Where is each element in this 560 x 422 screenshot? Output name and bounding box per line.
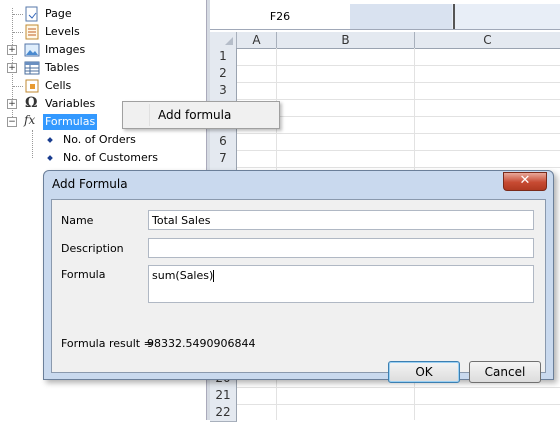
column-header[interactable]: C (415, 32, 560, 48)
tables-icon (24, 61, 40, 75)
row-header[interactable]: 7 (210, 150, 237, 168)
add-formula-dialog: Add Formula ✕ Name Total Sales Descripti… (43, 170, 554, 383)
row-header[interactable]: 6 (210, 133, 237, 151)
tree-item-label: Variables (45, 97, 96, 110)
formula-label: Formula (61, 268, 106, 281)
page-icon (25, 6, 38, 22)
tree-item-label: Levels (45, 25, 80, 38)
tree-item-label: No. of Customers (63, 151, 159, 164)
expand-icon[interactable]: + (7, 99, 17, 109)
formula-bar: F26 (210, 4, 560, 30)
omega-icon: Ω (25, 95, 38, 111)
formula-bar-area[interactable] (350, 4, 452, 29)
name-field[interactable]: Total Sales (148, 210, 534, 230)
context-menu: Add formula (122, 101, 280, 129)
row-header[interactable]: 1 (210, 48, 237, 66)
row-header[interactable]: 3 (210, 82, 237, 100)
column-header[interactable]: B (277, 32, 415, 48)
row-header[interactable]: 21 (210, 387, 237, 405)
column-header-bar: A B C (210, 32, 560, 49)
row-header[interactable]: 2 (210, 65, 237, 83)
formula-bar-divider (453, 4, 455, 29)
tree-item-page[interactable]: Page (0, 5, 200, 23)
tree-item-formula[interactable]: No. of Customers (0, 149, 200, 167)
formula-result-value: 98332.5490906844 (147, 337, 256, 350)
cell-reference[interactable]: F26 (210, 4, 351, 29)
dialog-title: Add Formula (52, 177, 128, 191)
menu-item-label: Add formula (158, 108, 232, 122)
tree-item-images[interactable]: + Images (0, 41, 200, 59)
tree-item-formula[interactable]: No. of Orders (0, 131, 200, 149)
description-label: Description (61, 242, 124, 255)
close-button[interactable]: ✕ (503, 172, 547, 191)
tree-item-tables[interactable]: + Tables (0, 59, 200, 77)
cells-icon (25, 79, 39, 93)
tree-item-label: No. of Orders (63, 133, 136, 146)
text-caret (213, 270, 215, 282)
ok-button[interactable]: OK (388, 361, 460, 383)
expand-icon[interactable]: + (7, 63, 17, 73)
tree-item-label: Page (45, 7, 72, 20)
tree-item-levels[interactable]: Levels (0, 23, 200, 41)
tree-item-label: Cells (45, 79, 72, 92)
description-field[interactable] (148, 238, 534, 258)
name-label: Name (61, 214, 94, 227)
levels-icon (25, 24, 39, 40)
fx-icon: fx (24, 113, 36, 127)
row-header[interactable]: 22 (210, 404, 237, 422)
dialog-body: Name Total Sales Description Formula sum… (51, 199, 546, 383)
tree-item-label: Formulas (43, 114, 98, 130)
select-all-corner[interactable] (210, 32, 237, 48)
expand-icon[interactable]: + (7, 45, 17, 55)
collapse-icon[interactable]: − (7, 117, 17, 127)
bullet-icon (47, 137, 53, 143)
formula-text: sum(Sales) (152, 269, 214, 282)
tree-item-label: Tables (45, 61, 80, 74)
formula-field[interactable]: sum(Sales) (148, 265, 534, 303)
menu-item-add-formula[interactable]: Add formula (125, 104, 277, 126)
cancel-button[interactable]: Cancel (469, 361, 541, 383)
formula-result-label: Formula result = (61, 337, 153, 350)
tree-item-label: Images (45, 43, 86, 56)
images-icon (24, 43, 40, 57)
column-header[interactable]: A (237, 32, 277, 48)
bullet-icon (47, 155, 53, 161)
tree-item-cells[interactable]: Cells (0, 77, 200, 95)
